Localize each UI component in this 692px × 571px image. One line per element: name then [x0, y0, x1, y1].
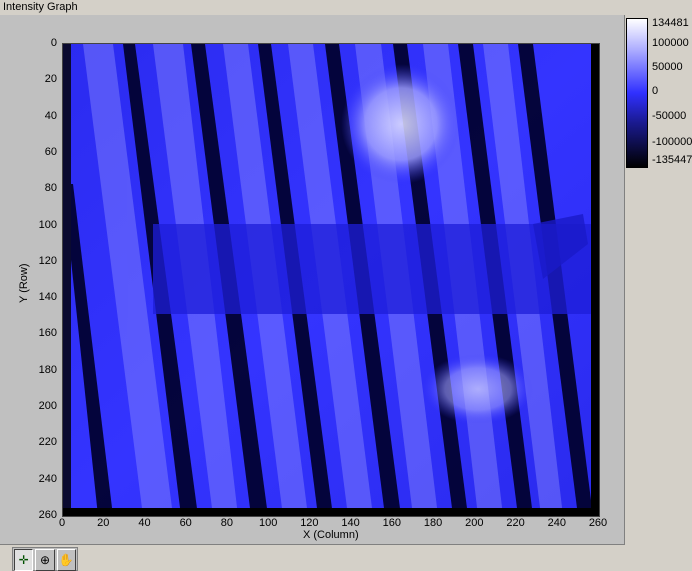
scale-label: 0: [652, 85, 659, 97]
scale-label: 134481: [652, 17, 689, 29]
graph-palette: ✛ ⊕ ✋: [12, 547, 78, 571]
x-tick-label: 20: [97, 517, 110, 529]
scale-label: -100000: [652, 136, 692, 148]
y-tick-label: 120: [38, 254, 57, 267]
y-tick-label: 160: [38, 327, 57, 340]
scale-label: 50000: [652, 61, 683, 73]
x-tick-label: 0: [58, 517, 66, 529]
x-tick-label: 140: [341, 517, 360, 529]
hand-icon: ✋: [58, 553, 74, 567]
zoom-tool[interactable]: ⊕: [35, 549, 55, 571]
x-tick-label: 160: [382, 517, 402, 529]
y-tick-label: 0: [50, 37, 57, 49]
graph-panel: Y (Row) X (Column) 0 20 40 60 80 100 120 140 160…: [0, 15, 625, 545]
window-title: Intensity Graph: [3, 1, 78, 13]
x-axis-title: X (Column): [303, 529, 359, 541]
x-tick-label: 220: [506, 517, 525, 529]
x-tick-label: 120: [300, 517, 319, 529]
y-tick-label: 100: [38, 218, 57, 231]
pan-tool[interactable]: ✋: [56, 549, 76, 571]
scale-label: -50000: [652, 110, 687, 122]
intensity-plot[interactable]: [62, 43, 600, 517]
zoom-icon: ⊕: [39, 553, 51, 567]
y-tick-label: 40: [44, 109, 57, 122]
y-tick-label: 60: [44, 145, 57, 158]
x-tick-label: 180: [423, 517, 443, 529]
y-tick-label: 80: [44, 182, 57, 195]
y-tick-label: 180: [38, 363, 57, 376]
x-tick-label: 240: [547, 517, 566, 529]
x-tick-label: 200: [465, 517, 484, 529]
scale-label: 100000: [652, 37, 689, 49]
x-tick-label: 60: [179, 517, 192, 529]
y-tick-label: 140: [38, 291, 57, 304]
y-tick-label: 20: [44, 73, 57, 86]
x-tick-label: 80: [220, 517, 234, 529]
x-tick-label: 100: [258, 517, 278, 529]
y-tick-label: 200: [38, 400, 57, 413]
bright-spot: [341, 64, 461, 184]
x-tick-label: 40: [138, 517, 151, 529]
color-scale-bar[interactable]: [626, 18, 648, 168]
y-tick-label: 240: [38, 472, 57, 485]
y-tick-label: 220: [38, 436, 57, 449]
center-band: [153, 224, 593, 314]
crosshair-icon: ✛: [18, 553, 29, 567]
x-tick-label: 260: [588, 517, 608, 529]
cursor-move-tool[interactable]: ✛: [14, 549, 34, 571]
toolbar-area: ✛ ⊕ ✋: [0, 545, 692, 571]
scale-label: -135447: [652, 154, 692, 166]
